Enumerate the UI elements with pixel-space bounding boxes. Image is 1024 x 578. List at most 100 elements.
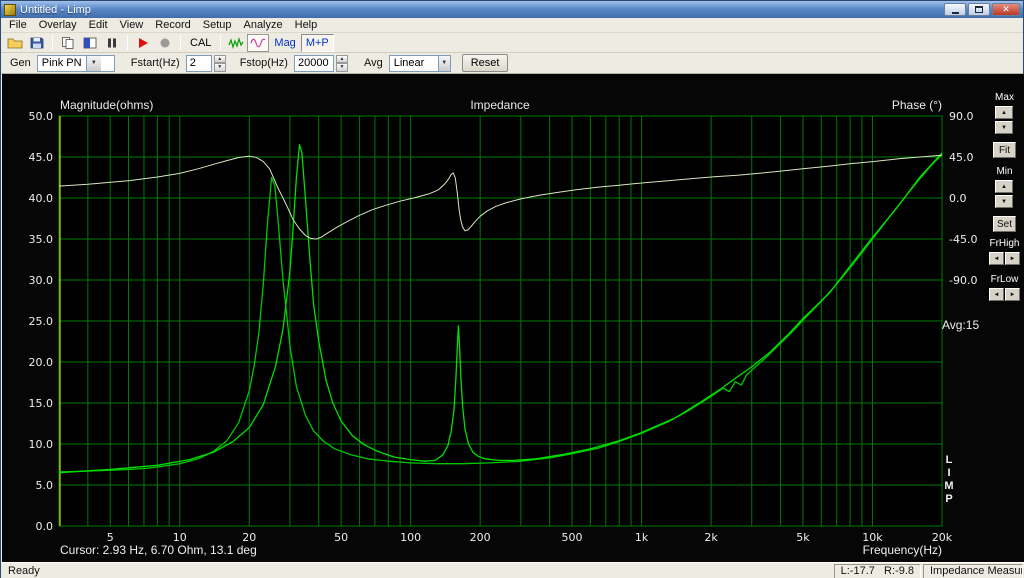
calibrate-label: CAL [190,36,212,49]
noise-icon [228,36,244,49]
chevron-down-icon[interactable]: ▼ [437,55,450,71]
pause-icon [108,38,116,47]
save-icon [30,37,44,48]
calibrate-button[interactable]: CAL [185,34,216,52]
copy-button[interactable] [57,34,79,52]
y-right-tick-label: 0.0 [949,192,967,205]
max-down-button[interactable]: ▼ [995,121,1013,134]
menu-overlay[interactable]: Overlay [33,18,83,32]
pause-button[interactable] [101,34,123,52]
noise-generator-button[interactable] [225,34,247,52]
y-left-tick-label: 20.0 [29,356,54,369]
magnitude-phase-view-label: M+P [305,36,329,49]
cursor-readout: Cursor: 2.93 Hz, 6.70 Ohm, 13.1 deg [60,543,257,557]
fstop-down-button[interactable]: ▼ [335,63,348,72]
limp-letter: P [945,493,953,505]
frhigh-left-button[interactable]: ◄ [989,252,1004,265]
y-right-tick-label: -45.0 [949,233,977,246]
status-ready: Ready [8,565,40,577]
minimize-icon [951,11,959,14]
window-title: Untitled - Limp [20,3,91,16]
start-recording-button[interactable] [132,34,154,52]
limp-letter: M [944,480,954,492]
status-bar: Ready L:-17.7 R:-9.8 Impedance Measureme… [1,562,1024,578]
y-right-tick-label: 90.0 [949,110,974,123]
y-left-tick-label: 25.0 [29,315,54,328]
x-tick-label: 2k [704,531,718,544]
min-up-button[interactable]: ▲ [995,180,1013,193]
window-controls: ✕ [944,3,1020,16]
limp-letter: I [947,467,951,479]
fstop-label: Fstop(Hz) [239,57,288,69]
open-file-button[interactable] [4,34,26,52]
fstop-up-button[interactable]: ▲ [335,54,348,63]
menu-edit[interactable]: Edit [83,18,114,32]
fstop-input[interactable] [293,54,334,72]
close-button[interactable]: ✕ [992,3,1020,16]
chevron-down-icon[interactable]: ▼ [85,55,101,71]
max-up-button[interactable]: ▲ [995,106,1013,119]
play-icon [139,37,148,48]
min-label: Min [996,166,1013,177]
maximize-icon [975,6,983,13]
fstart-down-button[interactable]: ▼ [213,63,226,72]
menu-view[interactable]: View [114,18,150,32]
frhigh-label: FrHigh [989,238,1020,249]
limp-letter: L [945,454,953,466]
menu-setup[interactable]: Setup [197,18,238,32]
fstart-spinner: ▲ ▼ [213,54,226,72]
app-icon [4,3,16,16]
minimize-button[interactable] [944,3,966,16]
gen-label: Gen [10,57,31,69]
y-left-tick-label: 30.0 [29,274,54,287]
reset-button[interactable]: Reset [461,54,509,72]
fstop-spinner: ▲ ▼ [335,54,348,72]
x-tick-label: 500 [562,531,583,544]
min-down-button[interactable]: ▼ [995,195,1013,208]
averaging-select[interactable]: Linear ▼ [388,54,451,72]
set-button[interactable]: Set [993,216,1016,232]
side-panel: Max ▲ ▼ Fit Min ▲ ▼ Set FrHigh ◄ ► FrLow… [985,74,1024,562]
generator-select[interactable]: Pink PN ▼ [36,54,115,72]
save-button[interactable] [26,34,48,52]
frlow-left-button[interactable]: ◄ [989,288,1004,301]
stop-recording-button[interactable] [154,34,176,52]
fit-button[interactable]: Fit [993,142,1016,158]
y-left-tick-label: 40.0 [29,192,54,205]
x-tick-label: 50 [334,531,348,544]
y-left-tick-label: 15.0 [29,397,54,410]
menu-file[interactable]: File [3,18,33,32]
menu-help[interactable]: Help [289,18,324,32]
y-left-tick-label: 50.0 [29,110,54,123]
toolbar: CAL Mag M+P [1,33,1023,53]
impedance-plot[interactable]: 50.0 45.0 40.0 35.0 30.0 25.0 20.0 15.0 10.0 5.0 0… [2,74,985,562]
chart-title: Impedance [470,98,530,112]
fstart-input[interactable] [185,54,212,72]
menu-analyze[interactable]: Analyze [237,18,288,32]
status-input-levels: L:-17.7 R:-9.8 [833,563,921,578]
toolbar-separator [127,35,128,50]
magnitude-phase-view-button[interactable]: M+P [300,33,334,52]
avg-label: Avg [363,57,383,69]
folder-open-icon [7,38,23,48]
magnitude-view-button[interactable]: Mag [269,34,300,52]
menu-record[interactable]: Record [149,18,196,32]
y-left-tick-label: 5.0 [36,479,54,492]
sine-generator-button[interactable] [247,33,270,52]
left-axis-title: Magnitude(ohms) [60,98,154,112]
record-icon [160,38,170,47]
limp-watermark: L I M P [943,454,955,506]
sine-icon [250,38,266,47]
magnitude-view-label: Mag [274,36,296,49]
toolbar-separator [180,35,181,50]
fstart-up-button[interactable]: ▲ [213,54,226,63]
x-tick-label: 1k [635,531,649,544]
frlow-label: FrLow [990,274,1019,285]
color-setup-button[interactable] [79,34,101,52]
title-bar[interactable]: Untitled - Limp ✕ [1,1,1023,18]
status-mode: Impedance Measuremen [923,563,1023,578]
fstart-label: Fstart(Hz) [130,57,180,69]
frlow-right-button[interactable]: ► [1005,288,1020,301]
maximize-button[interactable] [968,3,990,16]
frhigh-right-button[interactable]: ► [1005,252,1020,265]
